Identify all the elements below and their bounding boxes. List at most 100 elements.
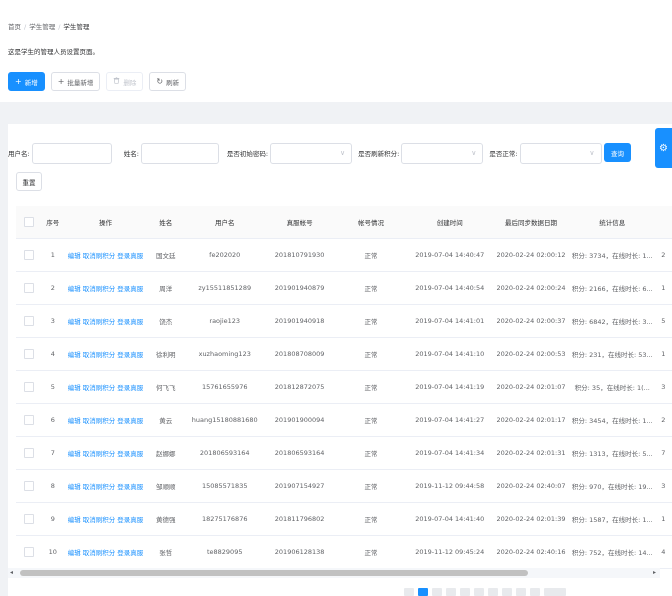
pager-page[interactable] (516, 588, 526, 596)
header-index: 序号 (41, 206, 65, 239)
checkbox[interactable] (23, 448, 34, 458)
normal-status-select[interactable]: ∨ (519, 142, 602, 164)
edit-link[interactable]: 编辑 (68, 417, 81, 425)
header-select-all[interactable] (16, 206, 42, 239)
reset-button[interactable]: 重置 (16, 172, 42, 191)
row-stats: 积分: 1587，在线时长: 1... (569, 502, 655, 536)
checkbox[interactable] (23, 547, 34, 557)
cancel-points-link[interactable]: 取消刷积分 (83, 450, 116, 458)
row-extra: 4 (654, 535, 672, 569)
row-select[interactable] (16, 436, 42, 470)
row-status: 正常 (334, 337, 408, 371)
checkbox[interactable] (23, 283, 34, 293)
row-select[interactable] (16, 238, 42, 272)
pager-page[interactable] (474, 588, 484, 596)
username-input[interactable] (31, 142, 112, 164)
login-link[interactable]: 登录真服 (117, 450, 143, 458)
row-created: 2019-07-04 14:41:40 (407, 502, 493, 536)
delete-button[interactable]: 删除 (106, 72, 144, 91)
filter-bar: 用户名: 姓名: 是否初始密码: ∨ 是否刷新积分: ∨ 是否正常: ∨ (8, 142, 602, 164)
checkbox[interactable] (23, 382, 34, 392)
checkbox[interactable] (23, 481, 34, 491)
edit-link[interactable]: 编辑 (68, 450, 81, 458)
cancel-points-link[interactable]: 取消刷积分 (83, 252, 116, 260)
scrollbar-thumb[interactable] (20, 570, 528, 576)
row-status: 正常 (334, 403, 408, 437)
batch-add-button[interactable]: + 批量新增 (50, 72, 101, 91)
init-password-label: 是否初始密码: (226, 150, 269, 158)
login-link[interactable]: 登录真服 (117, 252, 143, 260)
edit-link[interactable]: 编辑 (68, 351, 81, 359)
checkbox[interactable] (23, 349, 34, 359)
init-password-select[interactable]: ∨ (270, 142, 353, 164)
edit-link[interactable]: 编辑 (68, 483, 81, 491)
cancel-points-link[interactable]: 取消刷积分 (83, 516, 116, 524)
pager-prev[interactable] (404, 588, 414, 596)
scroll-left-icon[interactable]: ◂ (10, 569, 13, 576)
reset-points-select[interactable]: ∨ (401, 142, 484, 164)
cancel-points-link[interactable]: 取消刷积分 (83, 549, 116, 557)
edit-link[interactable]: 编辑 (68, 384, 81, 392)
query-button[interactable]: 查询 (604, 143, 631, 162)
breadcrumb: 首页 / 学生管理 / 学生管理 (8, 21, 89, 31)
cancel-points-link[interactable]: 取消刷积分 (83, 285, 116, 293)
row-synced: 2020-02-24 02:40:16 (492, 535, 570, 569)
cancel-points-link[interactable]: 取消刷积分 (83, 483, 116, 491)
row-select[interactable] (16, 271, 42, 305)
login-link[interactable]: 登录真服 (117, 285, 143, 293)
cancel-points-link[interactable]: 取消刷积分 (83, 384, 116, 392)
edit-link[interactable]: 编辑 (68, 516, 81, 524)
horizontal-scrollbar[interactable]: ◂ ▸ (8, 568, 660, 578)
refresh-button[interactable]: ↻ 刷新 (149, 72, 187, 91)
login-link[interactable]: 登录真服 (117, 516, 143, 524)
pager-page[interactable] (460, 588, 470, 596)
pager-page[interactable] (418, 588, 428, 596)
pager-page[interactable] (488, 588, 498, 596)
row-select[interactable] (16, 502, 42, 536)
row-created: 2019-07-04 14:40:47 (407, 238, 493, 272)
pager-size[interactable] (544, 588, 566, 596)
row-synced: 2020-02-24 02:00:53 (492, 337, 570, 371)
row-actions: 编辑 取消刷积分 登录真服 (64, 403, 147, 437)
edit-link[interactable]: 编辑 (68, 252, 81, 260)
edit-link[interactable]: 编辑 (68, 549, 81, 557)
name-input[interactable] (140, 142, 219, 164)
breadcrumb-home[interactable]: 首页 (8, 23, 21, 31)
add-button[interactable]: + 新增 (8, 72, 45, 91)
cancel-points-link[interactable]: 取消刷积分 (83, 417, 116, 425)
checkbox[interactable] (23, 217, 34, 227)
toolbar: + 新增 + 批量新增 删除 ↻ 刷新 (8, 72, 187, 91)
checkbox[interactable] (23, 415, 34, 425)
edit-link[interactable]: 编辑 (68, 285, 81, 293)
row-select[interactable] (16, 370, 42, 404)
login-link[interactable]: 登录真服 (117, 417, 143, 425)
row-actions: 编辑 取消刷积分 登录真服 (64, 469, 147, 503)
login-link[interactable]: 登录真服 (117, 384, 143, 392)
settings-tab[interactable]: ⚙ (655, 128, 672, 168)
table-row: 10 编辑 取消刷积分 登录真服 张哲 te8829095 201906128138 正常 20… (16, 535, 672, 569)
checkbox[interactable] (23, 250, 34, 260)
row-select[interactable] (16, 403, 42, 437)
username-label: 用户名: (8, 150, 30, 158)
pager-page[interactable] (446, 588, 456, 596)
gear-icon: ⚙ (659, 142, 668, 154)
pager-page[interactable] (502, 588, 512, 596)
login-link[interactable]: 登录真服 (117, 351, 143, 359)
login-link[interactable]: 登录真服 (117, 483, 143, 491)
login-link[interactable]: 登录真服 (117, 318, 143, 326)
row-select[interactable] (16, 304, 42, 338)
checkbox[interactable] (23, 514, 34, 524)
scroll-right-icon[interactable]: ▸ (653, 569, 656, 576)
table-row: 9 编辑 取消刷积分 登录真服 黄德强 18275176876 201811796802 正常… (16, 502, 672, 536)
breadcrumb-section[interactable]: 学生管理 (29, 23, 55, 31)
row-select[interactable] (16, 469, 42, 503)
edit-link[interactable]: 编辑 (68, 318, 81, 326)
cancel-points-link[interactable]: 取消刷积分 (83, 318, 116, 326)
row-select[interactable] (16, 337, 42, 371)
checkbox[interactable] (23, 316, 34, 326)
cancel-points-link[interactable]: 取消刷积分 (83, 351, 116, 359)
pager-next[interactable] (530, 588, 540, 596)
row-select[interactable] (16, 535, 42, 569)
pager-page[interactable] (432, 588, 442, 596)
login-link[interactable]: 登录真服 (117, 549, 143, 557)
